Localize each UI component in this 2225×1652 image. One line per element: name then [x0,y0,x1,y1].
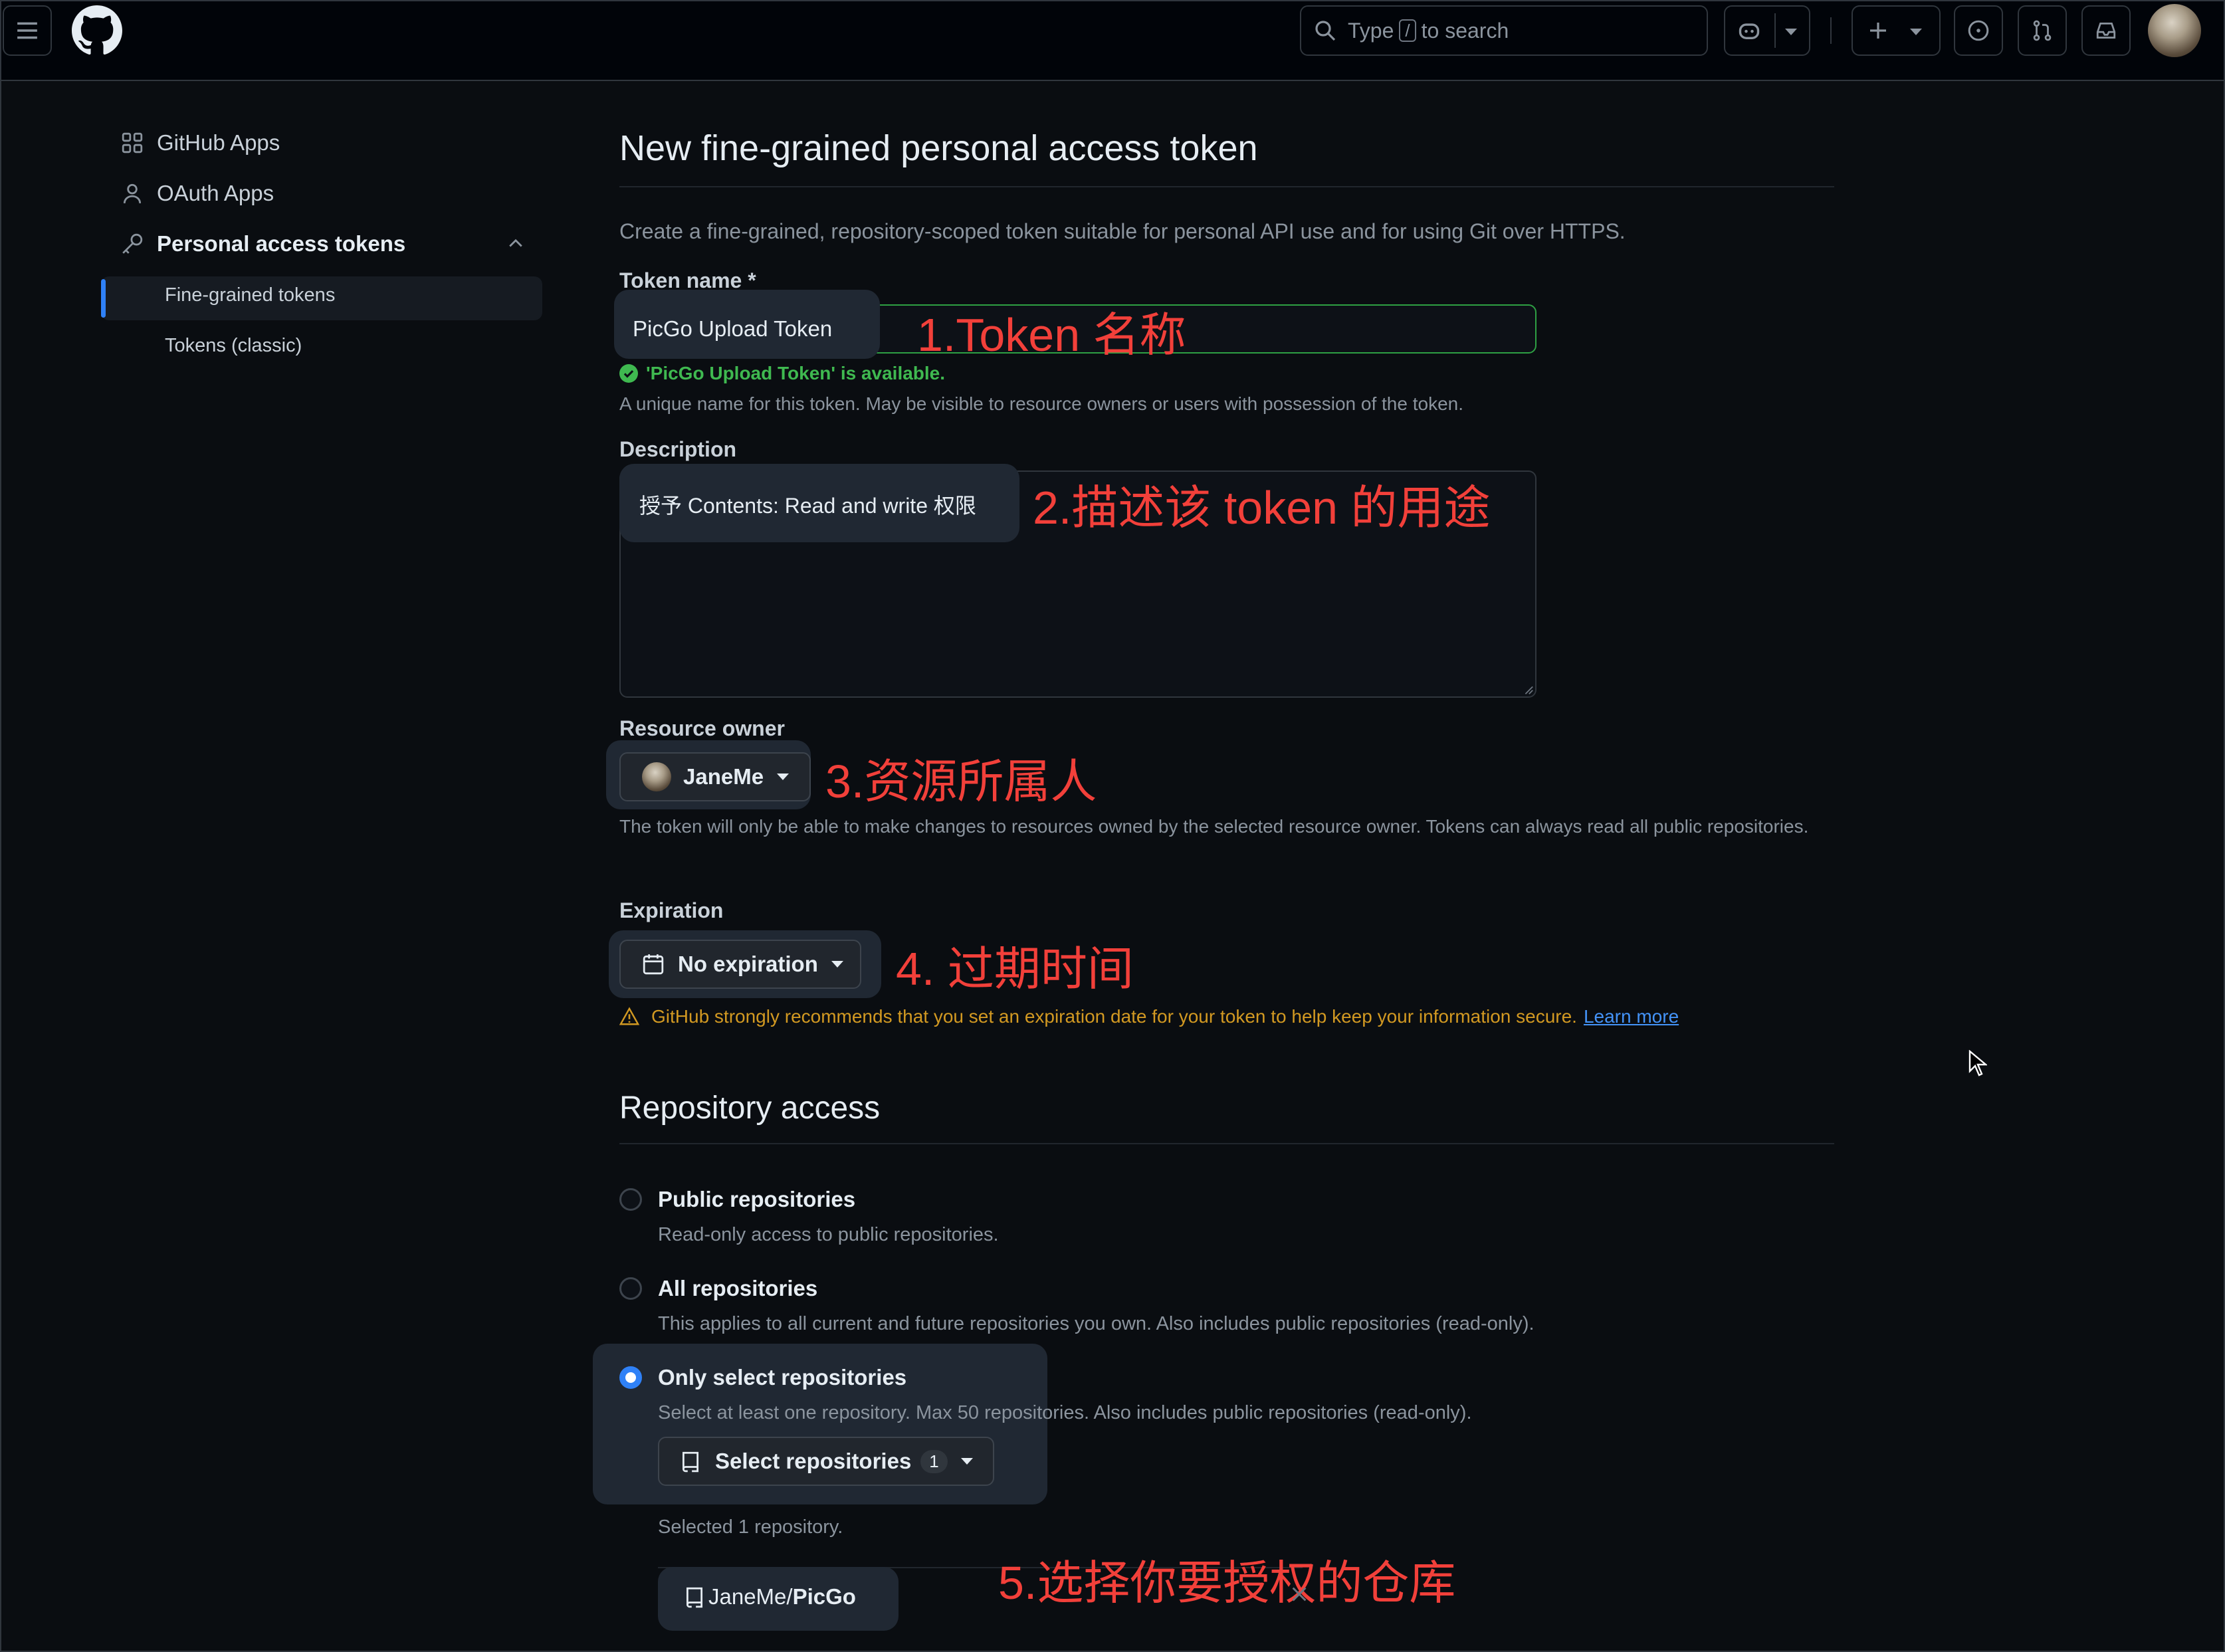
token-available-message: 'PicGo Upload Token' is available. [619,363,945,384]
pull-request-icon [2033,20,2052,41]
github-logo-icon[interactable] [72,5,122,56]
option-public-title: Public repositories [658,1187,856,1211]
person-icon [123,183,142,204]
token-available-text: 'PicGo Upload Token' is available. [646,363,946,383]
annotation-4: 4. 过期时间 [896,943,1134,995]
selected-count-badge: 1 [920,1449,948,1473]
page-intro: Create a fine-grained, repository-scoped… [619,219,1626,243]
search-input[interactable]: Type / to search [1300,5,1708,56]
copilot-button[interactable] [1724,5,1810,56]
top-header: Type / to search [0,0,2225,81]
select-repositories-button[interactable]: Select repositories 1 [658,1437,994,1486]
selected-repo-item[interactable]: JaneMe/PicGo [683,1584,856,1609]
resource-owner-value: JaneMe [683,764,764,789]
chevron-down-icon [960,1458,973,1465]
issue-icon [1968,20,1989,41]
selected-repo-name: PicGo [792,1584,856,1609]
key-icon [122,233,143,254]
menu-button[interactable] [3,5,52,56]
pull-requests-button[interactable] [2018,5,2067,56]
check-circle-icon [619,364,638,383]
hamburger-icon [17,22,37,39]
annotation-3: 3.资源所属人 [825,756,1097,807]
repo-icon [682,1451,699,1473]
chevron-down-icon [777,774,790,780]
page-title: New fine-grained personal access token [619,128,1258,168]
annotation-2: 2.描述该 token 的用途 [1033,482,1491,534]
apps-grid-icon [122,132,143,154]
option-select-title: Only select repositories [658,1365,907,1390]
description-value[interactable]: 授予 Contents: Read and write 权限 [639,489,976,520]
radio-public-repositories[interactable] [619,1188,642,1211]
user-avatar[interactable] [2148,4,2201,57]
resource-owner-dropdown[interactable]: JaneMe [619,752,811,801]
annotation-5: 5.选择你要授权的仓库 [998,1557,1456,1609]
inbox-icon [2096,22,2116,39]
active-indicator [101,279,106,318]
expiration-warning-text: GitHub strongly recommends that you set … [651,1006,1577,1027]
sidebar-item-personal-access-tokens[interactable]: Personal access tokens [121,231,533,257]
repo-access-divider [619,1143,1834,1144]
calendar-icon [643,954,664,975]
selected-repositories-note: Selected 1 repository. [658,1516,843,1538]
resize-handle-icon[interactable] [1522,683,1534,695]
inbox-button[interactable] [2081,5,2131,56]
token-name-help: A unique name for this token. May be vis… [619,393,1463,414]
expiration-dropdown[interactable]: No expiration [619,940,861,989]
plus-icon [1870,23,1886,39]
sidebar-item-fine-grained-tokens[interactable]: Fine-grained tokens [165,284,335,306]
chevron-up-icon[interactable] [506,235,525,253]
repository-access-title: Repository access [619,1090,881,1126]
owner-avatar [642,762,671,791]
expiration-warning: GitHub strongly recommends that you set … [619,1006,1679,1027]
sidebar-item-oauth-apps[interactable]: OAuth Apps [121,181,274,206]
remove-repo-icon[interactable] [1289,1584,1309,1604]
copilot-icon [1739,23,1760,39]
create-new-button[interactable] [1852,5,1941,56]
radio-all-repositories[interactable] [619,1277,642,1300]
radio-only-select-repositories[interactable] [619,1366,642,1389]
chevron-down-icon [831,961,843,968]
alert-icon [619,1007,639,1025]
selected-repo-owner: JaneMe/ [708,1584,793,1609]
search-icon [1315,21,1336,41]
search-shortcut-key: / [1399,19,1416,42]
sidebar-item-label: OAuth Apps [157,181,274,205]
search-placeholder-suffix: to search [1421,18,1509,43]
option-public-desc: Read-only access to public repositories. [658,1224,999,1245]
sidebar-item-label: Personal access tokens [157,231,406,256]
title-divider [619,186,1834,187]
option-select-desc: Select at least one repository. Max 50 r… [658,1402,1472,1423]
description-label: Description [619,437,737,461]
option-all-title: All repositories [658,1276,818,1300]
expiration-value: No expiration [678,952,818,976]
chevron-down-icon [1785,29,1797,35]
token-name-value[interactable]: PicGo Upload Token [633,316,832,342]
sidebar-item-github-apps[interactable]: GitHub Apps [121,130,280,155]
resource-owner-label: Resource owner [619,716,785,740]
learn-more-link[interactable]: Learn more [1584,1006,1679,1027]
sidebar-item-label: GitHub Apps [157,130,280,155]
select-repositories-label: Select repositories [715,1449,912,1473]
issues-button[interactable] [1954,5,2003,56]
search-placeholder-prefix: Type [1348,18,1394,43]
sidebar-item-tokens-classic[interactable]: Tokens (classic) [165,335,302,357]
header-divider [1830,17,1832,44]
repo-icon [686,1587,703,1608]
expiration-label: Expiration [619,898,724,922]
mouse-cursor-icon [1968,1050,1987,1077]
resource-owner-help: The token will only be able to make chan… [619,816,1809,837]
annotation-1: 1.Token 名称 [917,309,1186,361]
chevron-down-icon [1910,29,1922,35]
option-all-desc: This applies to all current and future r… [658,1313,1535,1334]
